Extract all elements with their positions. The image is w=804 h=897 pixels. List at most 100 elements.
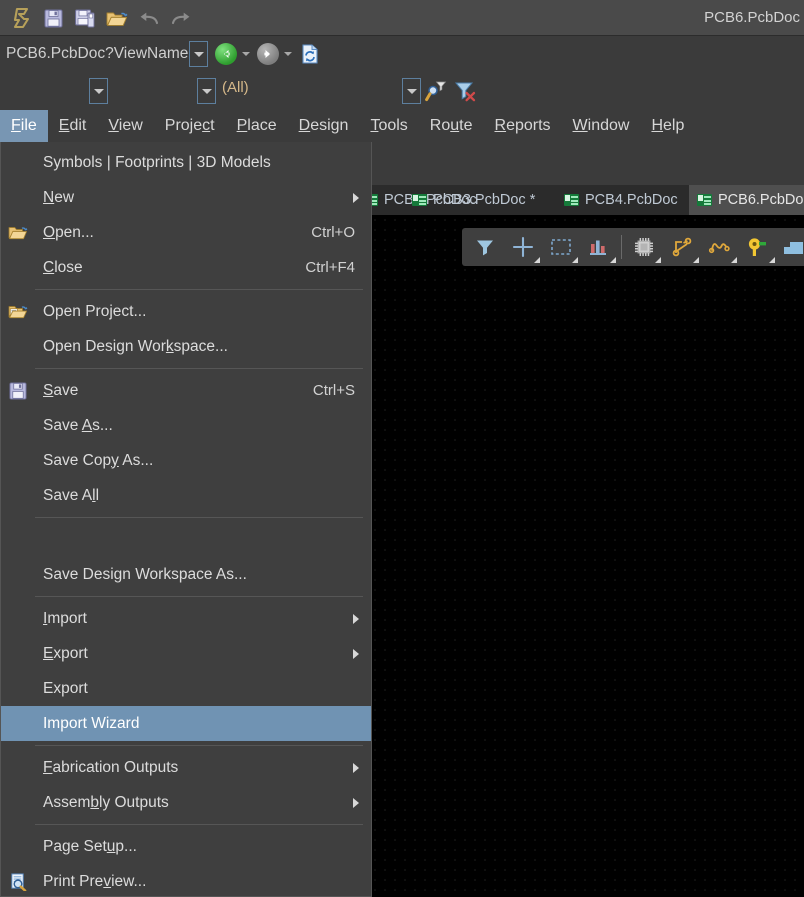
file-menu-popup: Symbols | Footprints | 3D Models New Ope…: [0, 142, 372, 897]
arrow-left-icon: [224, 50, 230, 58]
menu-edit[interactable]: Edit: [48, 110, 98, 142]
address-dropdown-button[interactable]: [189, 41, 209, 67]
open-project-icon: [7, 302, 29, 322]
scope-dropdown-button[interactable]: [89, 78, 108, 104]
back-button[interactable]: [215, 43, 238, 65]
menu-item-open-project[interactable]: Open Project...: [1, 294, 371, 329]
menu-item-label: Save Design Workspace As...: [43, 565, 247, 583]
filter-scope-value: (All): [222, 79, 249, 96]
menu-item-symbols-footprints-3dmodels[interactable]: Symbols | Footprints | 3D Models: [1, 145, 371, 180]
menu-item-label: Import Wizard: [43, 714, 140, 732]
menu-item-import-wizard[interactable]: Export: [1, 671, 371, 706]
altium-logo-icon[interactable]: [6, 3, 36, 33]
filter-scope-dropdown-button[interactable]: [197, 78, 216, 104]
clear-filter-button[interactable]: [454, 80, 476, 107]
chevron-dropdown-icon[interactable]: [769, 257, 775, 263]
menu-file[interactable]: File: [0, 110, 48, 142]
chart-icon[interactable]: [580, 230, 618, 264]
chevron-dropdown-icon[interactable]: [655, 257, 661, 263]
menu-item-open-design-workspace[interactable]: Open Design Workspace...: [1, 329, 371, 364]
menu-item-run-script[interactable]: Import Wizard: [1, 706, 371, 741]
back-history-dropdown-icon[interactable]: [242, 52, 251, 56]
submenu-arrow-icon: [353, 762, 359, 773]
redo-icon[interactable]: [166, 3, 196, 33]
route-icon[interactable]: [663, 230, 701, 264]
chevron-dropdown-icon[interactable]: [731, 257, 737, 263]
filter-icon[interactable]: [466, 230, 504, 264]
menu-item-label: Save: [43, 381, 79, 399]
save-icon[interactable]: [38, 3, 68, 33]
menu-help[interactable]: Help: [640, 110, 695, 142]
apply-filter-button[interactable]: [425, 80, 447, 107]
undo-icon[interactable]: [134, 3, 164, 33]
menu-project[interactable]: Project: [154, 110, 226, 142]
menu-item-print-preview[interactable]: Print Preview...: [1, 864, 371, 896]
menu-item-new[interactable]: New: [1, 180, 371, 215]
tab-pcb3[interactable]: PCB3.PcbDoc *: [404, 185, 543, 215]
menu-separator: [35, 745, 363, 746]
menu-window[interactable]: Window: [562, 110, 641, 142]
clear-filter-icon: [454, 82, 476, 102]
chevron-dropdown-icon[interactable]: [534, 257, 540, 263]
chevron-dropdown-icon[interactable]: [572, 257, 578, 263]
crosshair-icon[interactable]: [504, 230, 542, 264]
open-folder-icon[interactable]: [102, 3, 132, 33]
chevron-dropdown-icon[interactable]: [693, 257, 699, 263]
menu-separator: [35, 289, 363, 290]
menu-tools[interactable]: Tools: [359, 110, 418, 142]
menu-separator: [35, 596, 363, 597]
active-bar-toolbar: [462, 228, 804, 266]
menu-item-label: Close: [43, 258, 83, 276]
menu-design[interactable]: Design: [288, 110, 360, 142]
menu-item-label: Fabrication Outputs: [43, 758, 179, 776]
menu-item-shortcut: Ctrl+F4: [305, 259, 355, 276]
tab-pcb6[interactable]: PCB6.PcbDoc: [689, 185, 804, 215]
refresh-icon: [302, 44, 318, 64]
squiggle-icon[interactable]: [701, 230, 739, 264]
menu-item-save-all[interactable]: Save All: [1, 478, 371, 513]
menu-item-label: Page Setup...: [43, 837, 137, 855]
polygon-icon[interactable]: [777, 230, 804, 264]
filter-expression-dropdown-button[interactable]: [402, 78, 421, 104]
marquee-icon[interactable]: [542, 230, 580, 264]
menu-reports[interactable]: Reports: [484, 110, 562, 142]
arrow-right-icon: [264, 50, 271, 58]
tab-pcb4[interactable]: PCB4.PcbDoc: [556, 185, 686, 215]
menu-item-save-copy-as[interactable]: Save Copy As...: [1, 443, 371, 478]
menu-view[interactable]: View: [97, 110, 153, 142]
menu-item-label: Open Project...: [43, 302, 147, 320]
submenu-arrow-icon: [353, 797, 359, 808]
menu-item-open[interactable]: Open... Ctrl+O: [1, 215, 371, 250]
menu-item-export[interactable]: Export: [1, 636, 371, 671]
submenu-arrow-icon: [353, 613, 359, 624]
chevron-dropdown-icon[interactable]: [610, 257, 616, 263]
menu-bar: File Edit View Project Place Design Tool…: [0, 110, 804, 142]
menu-item-label: Print Preview...: [43, 872, 147, 890]
refresh-button[interactable]: [301, 44, 319, 64]
menu-item-close[interactable]: Close Ctrl+F4: [1, 250, 371, 285]
altium-designer-window: PCB6.PcbDoc PCB6.PcbDoc?ViewName (All) F…: [0, 0, 804, 897]
forward-history-dropdown-icon[interactable]: [284, 52, 293, 56]
tab-label: PCB3.PcbDoc *: [433, 192, 536, 208]
menu-place[interactable]: Place: [226, 110, 288, 142]
menu-item-save-design-workspace-as[interactable]: Save Design Workspace As...: [1, 557, 371, 592]
address-input[interactable]: PCB6.PcbDoc?ViewName: [6, 45, 188, 63]
component-icon[interactable]: [625, 230, 663, 264]
menu-route[interactable]: Route: [419, 110, 484, 142]
menu-item-label: Open...: [43, 223, 94, 241]
via-icon[interactable]: [739, 230, 777, 264]
menu-separator: [35, 824, 363, 825]
menu-item-label: Save All: [43, 486, 100, 504]
pcb-document-icon: [412, 194, 427, 206]
menu-item-label: Symbols | Footprints | 3D Models: [43, 153, 271, 171]
menu-item-assembly-outputs[interactable]: Assembly Outputs: [1, 785, 371, 820]
save-all-icon[interactable]: [70, 3, 100, 33]
menu-item-shortcut: Ctrl+O: [311, 224, 355, 241]
forward-button[interactable]: [257, 43, 280, 65]
menu-item-page-setup[interactable]: Page Setup...: [1, 829, 371, 864]
menu-item-save[interactable]: Save Ctrl+S: [1, 373, 371, 408]
menu-item-fabrication-outputs[interactable]: Fabrication Outputs: [1, 750, 371, 785]
window-title: PCB6.PcbDoc: [704, 9, 800, 26]
menu-item-save-as[interactable]: Save As...: [1, 408, 371, 443]
menu-item-import[interactable]: Import: [1, 601, 371, 636]
